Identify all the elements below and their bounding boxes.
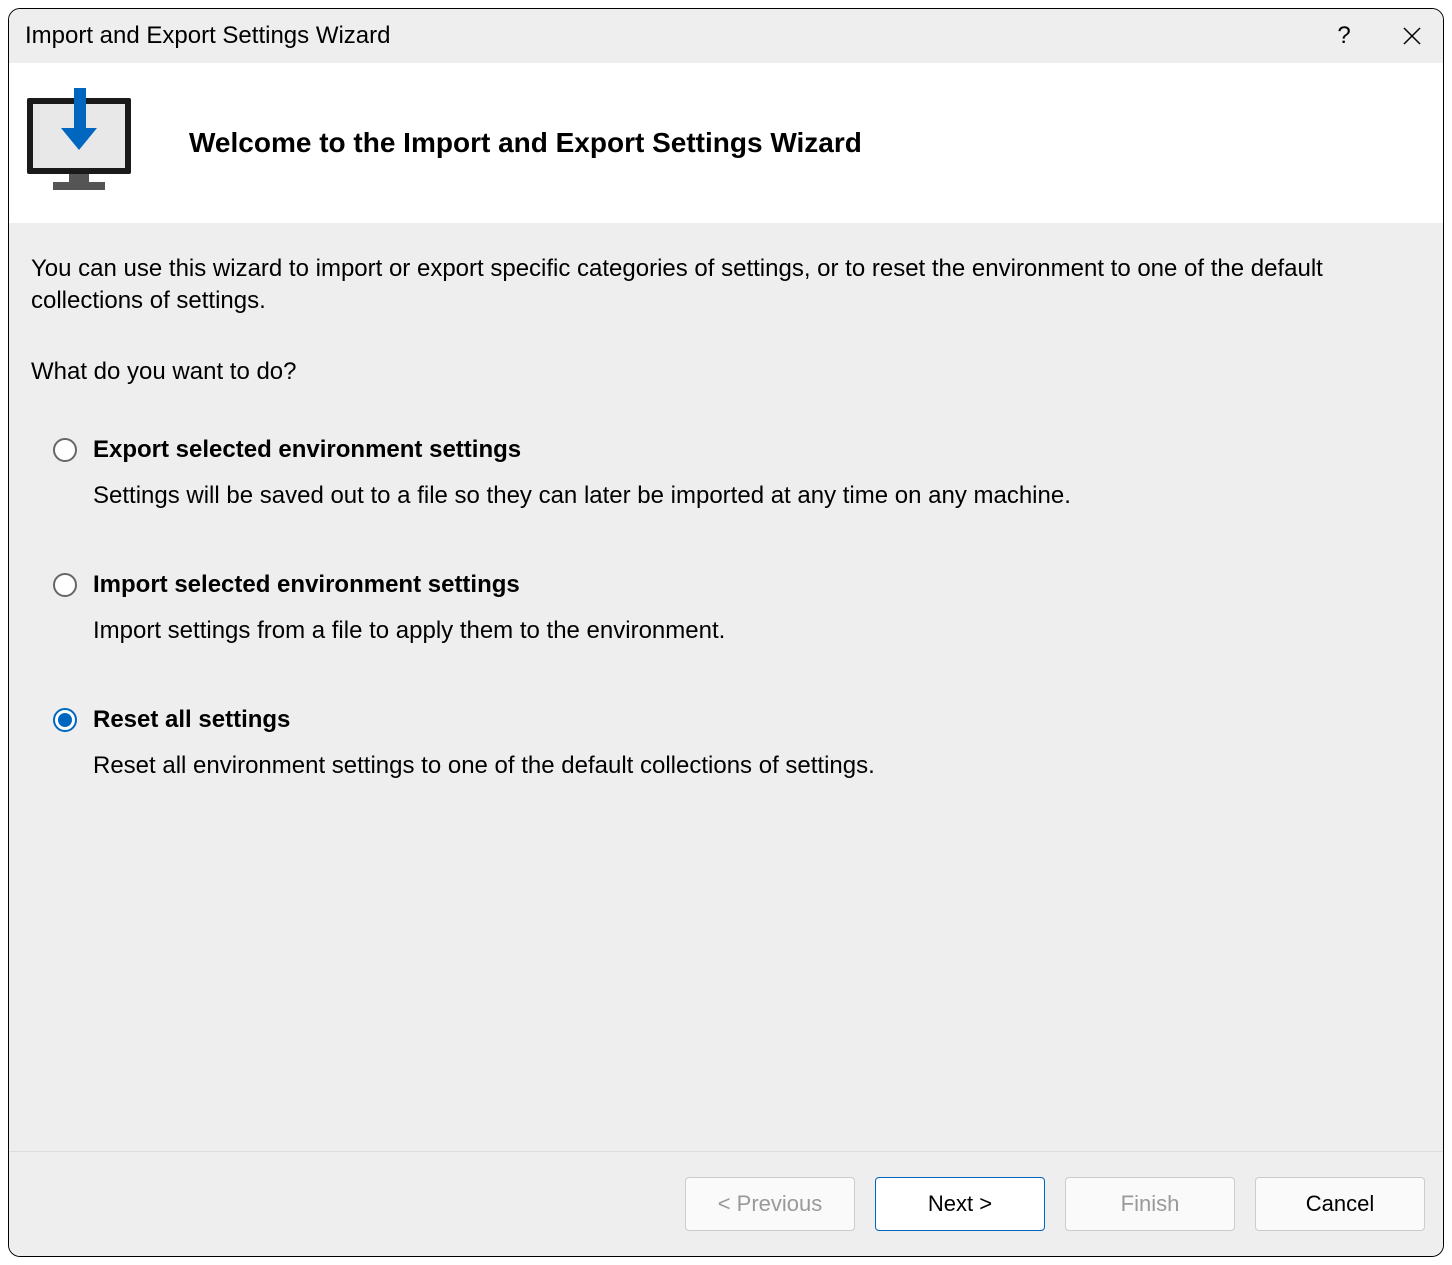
intro-text: You can use this wizard to import or exp… [31,253,1421,318]
dialog-title: Import and Export Settings Wizard [25,22,390,50]
finish-button[interactable]: Finish [1065,1177,1235,1231]
next-button[interactable]: Next > [875,1177,1045,1231]
header-section: Welcome to the Import and Export Setting… [9,63,1443,223]
button-bar: < Previous Next > Finish Cancel [9,1151,1443,1256]
option-reset: Reset all settings Reset all environment… [53,706,1421,781]
help-button[interactable]: ? [1329,21,1359,51]
wizard-icon [19,88,139,198]
titlebar: Import and Export Settings Wizard ? [9,9,1443,63]
titlebar-buttons: ? [1329,21,1427,51]
close-icon [1403,27,1421,45]
content-section: You can use this wizard to import or exp… [9,223,1443,1151]
options-group: Export selected environment settings Set… [31,436,1421,782]
radio-import[interactable] [53,573,77,597]
option-title: Import selected environment settings [93,571,520,599]
page-title: Welcome to the Import and Export Setting… [189,127,862,159]
wizard-dialog: Import and Export Settings Wizard ? [8,8,1444,1257]
option-header: Reset all settings [53,706,1421,734]
radio-reset[interactable] [53,708,77,732]
prompt-text: What do you want to do? [31,358,1421,386]
cancel-button[interactable]: Cancel [1255,1177,1425,1231]
option-desc: Reset all environment settings to one of… [53,750,1421,781]
option-import: Import selected environment settings Imp… [53,571,1421,646]
option-header: Import selected environment settings [53,571,1421,599]
previous-button[interactable]: < Previous [685,1177,855,1231]
close-button[interactable] [1397,21,1427,51]
radio-export[interactable] [53,438,77,462]
option-title: Reset all settings [93,706,290,734]
option-header: Export selected environment settings [53,436,1421,464]
option-title: Export selected environment settings [93,436,521,464]
option-export: Export selected environment settings Set… [53,436,1421,511]
option-desc: Settings will be saved out to a file so … [53,480,1421,511]
option-desc: Import settings from a file to apply the… [53,615,1421,646]
